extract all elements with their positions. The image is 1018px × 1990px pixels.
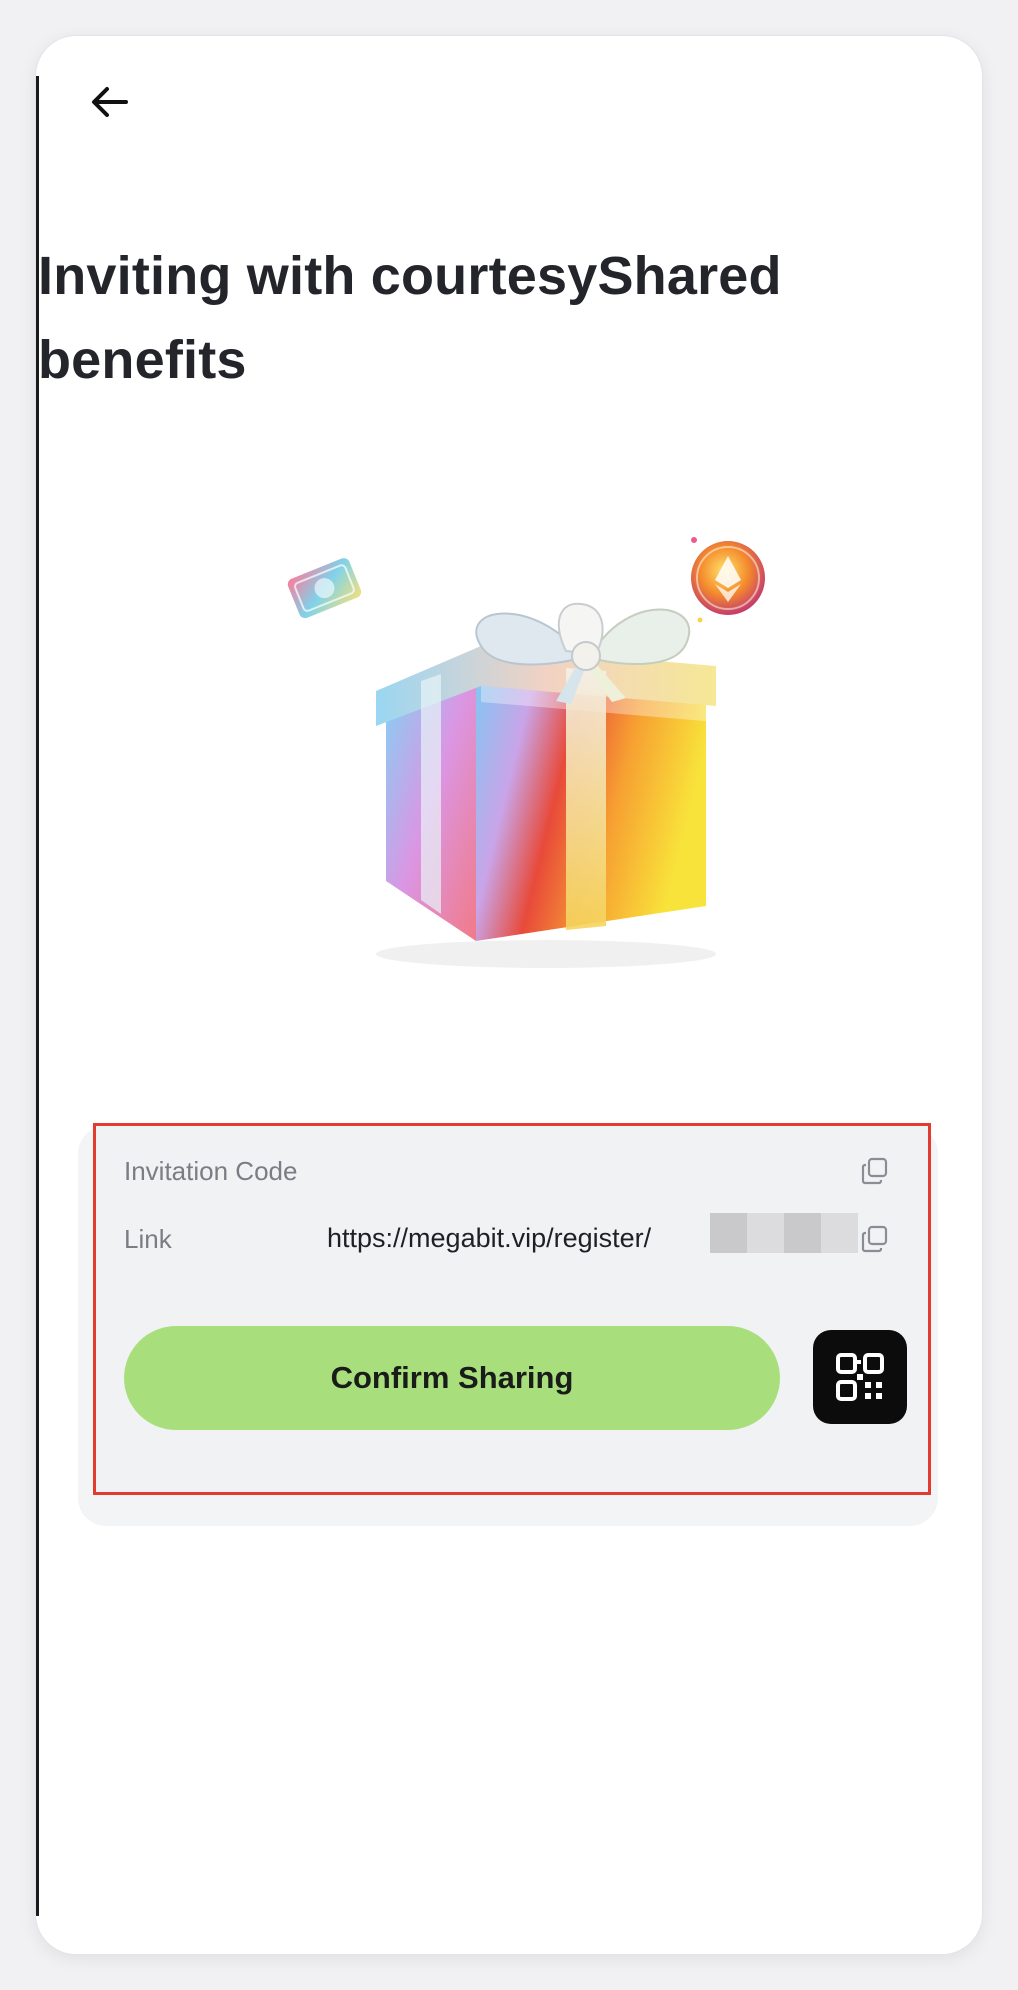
qr-code-icon [836, 1353, 884, 1401]
page-title: Inviting with courtesyShared benefits [38, 246, 782, 390]
link-label: Link [124, 1224, 172, 1254]
invitation-code-label: Invitation Code [124, 1156, 298, 1186]
gift-illustration [236, 486, 836, 1006]
arrow-left-icon [92, 87, 128, 117]
confirm-sharing-button[interactable]: Confirm Sharing [124, 1326, 780, 1430]
back-button[interactable] [78, 70, 142, 134]
redacted-link-suffix [710, 1213, 858, 1253]
copy-link-icon[interactable] [860, 1224, 890, 1254]
app-screen: Inviting with courtesyShared benefits In… [36, 36, 982, 1954]
qr-code-button[interactable] [813, 1330, 907, 1424]
invite-link-value[interactable]: https://megabit.vip/register/ [327, 1223, 651, 1254]
copy-icon[interactable] [860, 1156, 890, 1186]
invite-panel: Invitation Code Link https://megabit.vip… [93, 1123, 931, 1495]
